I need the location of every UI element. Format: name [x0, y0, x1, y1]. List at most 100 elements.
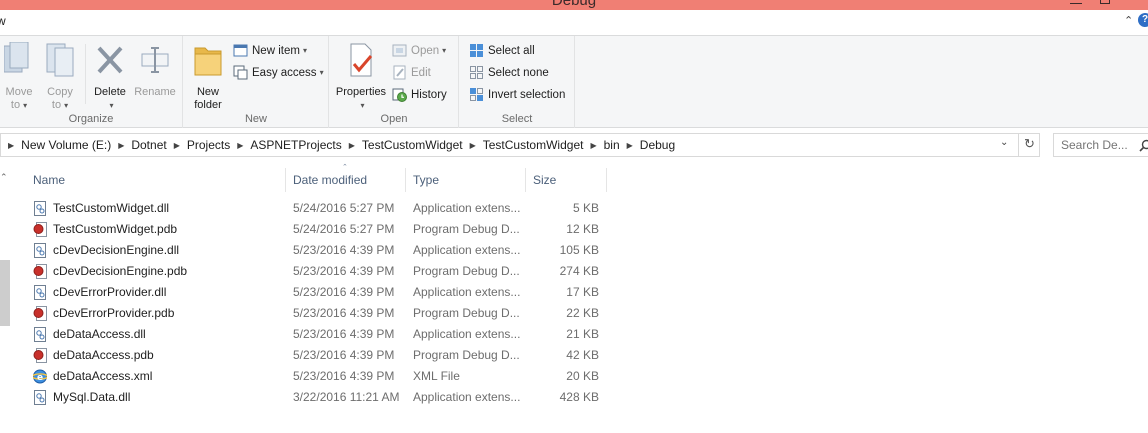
select-group-label: Select — [501, 113, 533, 125]
rename-icon — [141, 47, 169, 73]
breadcrumb-item-projects[interactable]: Projects — [187, 138, 230, 152]
new-folder-icon — [194, 47, 222, 76]
pdb-icon — [33, 264, 47, 279]
window-title: Debug — [551, 0, 597, 9]
file-list: ⌃ Name ⌃ Date modified Type Size TestCus… — [0, 160, 1148, 433]
breadcrumb-item-testcustomwidget[interactable]: TestCustomWidget — [362, 138, 463, 152]
file-size: 20 KB — [566, 369, 599, 383]
breadcrumb-separator-icon[interactable]: ▶ — [8, 141, 14, 150]
breadcrumb-item-testcustomwidget-2[interactable]: TestCustomWidget — [483, 138, 584, 152]
file-size: 274 KB — [559, 264, 599, 278]
table-row[interactable]: deDataAccess.dll 5/23/2016 4:39 PM Applica… — [27, 324, 607, 345]
delete-button[interactable]: Delete ▾ — [90, 42, 130, 112]
pdb-icon — [33, 348, 47, 363]
file-name: cDevDecisionEngine.pdb — [53, 264, 188, 278]
maximize-button[interactable] — [1100, 0, 1110, 4]
file-name: deDataAccess.xml — [53, 369, 153, 383]
scrollbar-thumb[interactable] — [0, 260, 10, 326]
table-row[interactable]: deDataAccess.pdb 5/23/2016 4:39 PM Program… — [27, 345, 607, 366]
column-header-size[interactable]: Size — [526, 168, 607, 192]
breadcrumb-separator-icon[interactable]: ▶ — [118, 141, 124, 150]
pdb-icon — [33, 222, 47, 237]
refresh-icon[interactable]: ↻ — [1018, 133, 1040, 157]
file-type: Program Debug D... — [413, 306, 520, 320]
file-type: Program Debug D... — [413, 264, 520, 278]
file-size: 17 KB — [566, 285, 599, 299]
invert-selection-icon — [470, 88, 483, 101]
new-item-icon — [233, 44, 248, 57]
svg-text:e: e — [37, 373, 43, 383]
table-row[interactable]: TestCustomWidget.pdb 5/24/2016 5:27 PM Pro… — [27, 219, 607, 240]
breadcrumb-item-volume[interactable]: New Volume (E:) — [21, 138, 111, 152]
column-header-date[interactable]: Date modified — [286, 168, 406, 192]
breadcrumb-item-bin[interactable]: bin — [604, 138, 620, 152]
minimize-button[interactable] — [1070, 0, 1082, 4]
table-row[interactable]: cDevErrorProvider.dll 5/23/2016 4:39 PM Ap… — [27, 282, 607, 303]
breadcrumb-separator-icon[interactable]: ▶ — [349, 141, 355, 150]
edit-button[interactable]: Edit — [392, 63, 431, 82]
easy-access-icon — [233, 65, 248, 80]
move-to-button[interactable]: Move to ▾ — [2, 41, 36, 112]
breadcrumb-item-aspnetprojects[interactable]: ASPNETProjects — [250, 138, 341, 152]
chevron-down-icon[interactable]: ⌄ — [1000, 137, 1008, 148]
file-type: Program Debug D... — [413, 222, 520, 236]
open-group-label: Open — [380, 113, 408, 125]
help-icon[interactable]: ? — [1138, 13, 1148, 27]
scroll-up-icon[interactable]: ⌃ — [0, 172, 8, 183]
file-name: deDataAccess.pdb — [53, 348, 154, 362]
file-date: 5/24/2016 5:27 PM — [293, 201, 395, 215]
copy-to-icon — [46, 43, 74, 77]
file-name: cDevErrorProvider.pdb — [53, 306, 175, 320]
invert-selection-button[interactable]: Invert selection — [469, 85, 565, 104]
breadcrumb-item-debug[interactable]: Debug — [640, 138, 675, 152]
breadcrumb-separator-icon[interactable]: ▶ — [174, 141, 180, 150]
file-size: 12 KB — [566, 222, 599, 236]
breadcrumb-separator-icon[interactable]: ▶ — [590, 141, 596, 150]
nav-pane-scrollbar[interactable]: ⌃ — [0, 160, 11, 433]
file-size: 21 KB — [566, 327, 599, 341]
table-row[interactable]: MySql.Data.dll 3/22/2016 11:21 AM Applicat… — [27, 387, 607, 408]
move-to-icon — [3, 41, 29, 73]
new-group-label: New — [244, 113, 267, 125]
table-row[interactable]: cDevErrorProvider.pdb 5/23/2016 4:39 PM Pr… — [27, 303, 607, 324]
breadcrumb[interactable]: ▶ New Volume (E:) ▶ Dotnet ▶ Projects ▶ … — [0, 133, 1040, 157]
file-name: MySql.Data.dll — [53, 390, 131, 404]
tab-view[interactable]: w — [0, 14, 6, 28]
new-folder-button[interactable]: New folder — [190, 42, 226, 112]
organize-group-label: Organize — [68, 113, 114, 125]
copy-to-button[interactable]: Copy to ▾ — [42, 42, 78, 112]
breadcrumb-separator-icon[interactable]: ▶ — [470, 141, 476, 150]
open-button[interactable]: Open ▾ — [392, 41, 446, 60]
address-bar: ▶ New Volume (E:) ▶ Dotnet ▶ Projects ▶ … — [0, 131, 1148, 159]
history-button[interactable]: History — [392, 85, 447, 104]
select-all-icon — [470, 44, 483, 57]
select-all-button[interactable]: Select all — [469, 41, 535, 60]
xml-icon: e — [33, 369, 47, 384]
file-type: Application extens... — [413, 390, 521, 404]
new-group: New folder New item ▾ Easy access ▾ New — [184, 36, 329, 128]
file-type: Program Debug D... — [413, 348, 520, 362]
search-box — [1053, 133, 1148, 157]
new-item-button[interactable]: New item ▾ — [233, 41, 307, 60]
properties-button[interactable]: Properties ▾ — [334, 42, 388, 112]
rename-button[interactable]: Rename — [132, 42, 178, 99]
file-date: 5/23/2016 4:39 PM — [293, 243, 395, 257]
file-name: deDataAccess.dll — [53, 327, 146, 341]
breadcrumb-separator-icon[interactable]: ▶ — [627, 141, 633, 150]
file-date: 5/23/2016 4:39 PM — [293, 327, 395, 341]
table-row[interactable]: cDevDecisionEngine.dll 5/23/2016 4:39 PM A… — [27, 240, 607, 261]
table-row[interactable]: cDevDecisionEngine.pdb 5/23/2016 4:39 PM P… — [27, 261, 607, 282]
file-name: TestCustomWidget.pdb — [53, 222, 178, 236]
column-header-name[interactable]: Name — [26, 168, 286, 192]
select-none-button[interactable]: Select none — [469, 63, 549, 82]
breadcrumb-item-dotnet[interactable]: Dotnet — [131, 138, 166, 152]
easy-access-button[interactable]: Easy access ▾ — [233, 63, 324, 82]
search-input[interactable] — [1061, 135, 1139, 155]
table-row[interactable]: e deDataAccess.xml 5/23/2016 4:39 PM XML Fi… — [27, 366, 607, 387]
collapse-ribbon-icon[interactable]: ⌃ — [1124, 14, 1133, 27]
breadcrumb-separator-icon[interactable]: ▶ — [237, 141, 243, 150]
title-bar: Debug — [0, 0, 1148, 10]
column-header-type[interactable]: Type — [406, 168, 526, 192]
table-row[interactable]: TestCustomWidget.dll 5/24/2016 5:27 PM App… — [27, 198, 607, 219]
search-icon[interactable] — [1139, 139, 1148, 152]
